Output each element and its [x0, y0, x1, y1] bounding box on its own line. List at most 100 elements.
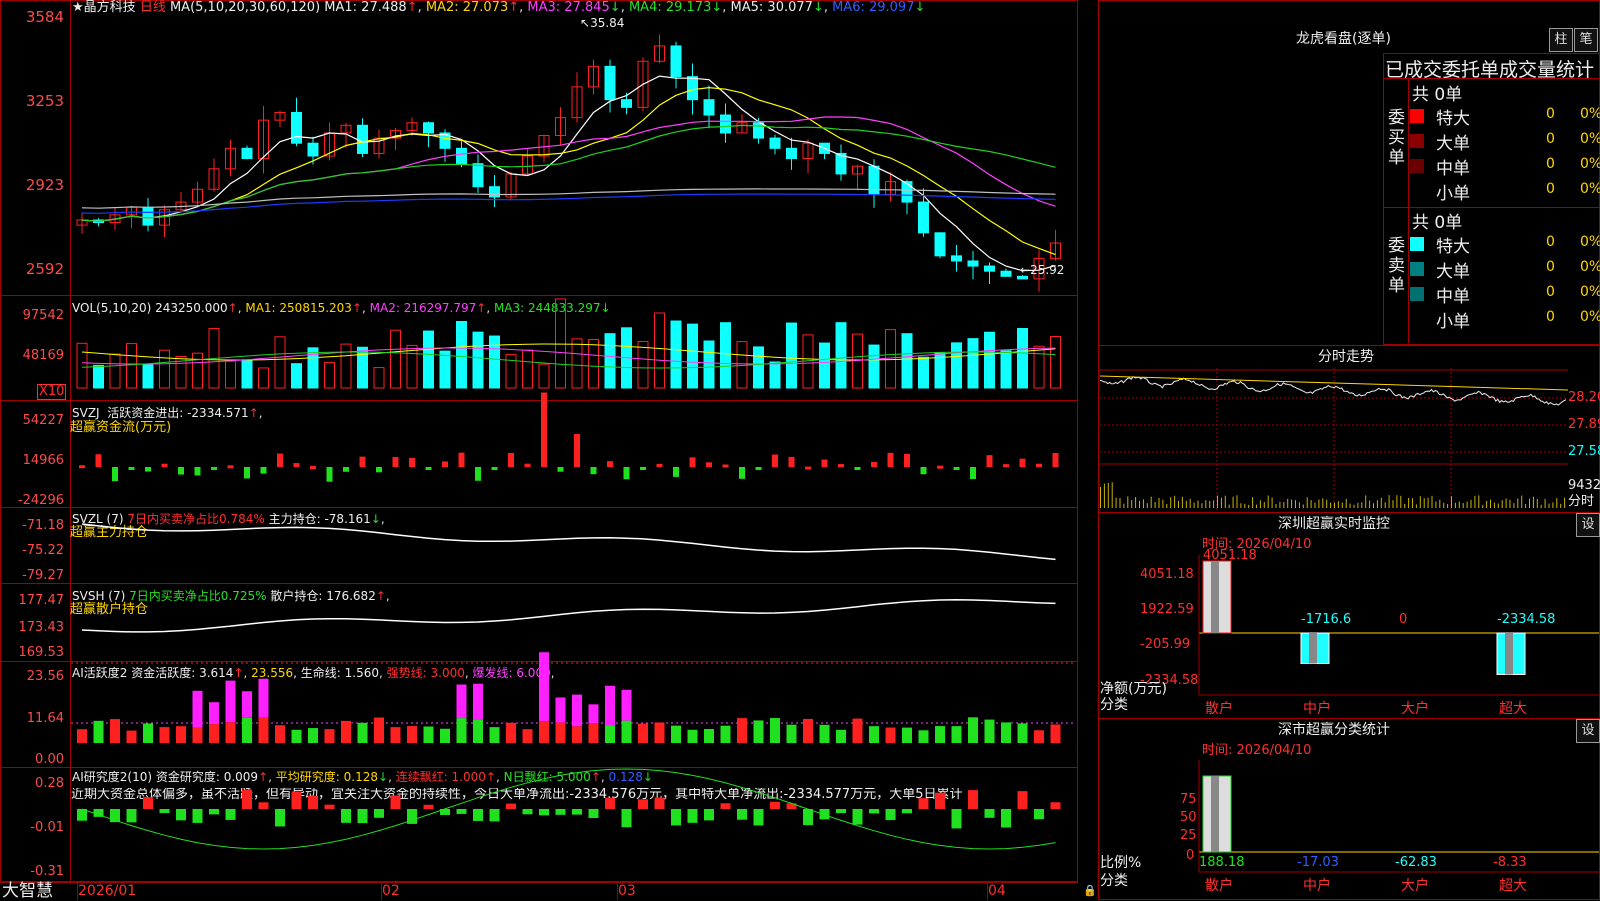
sz-monitor-chart[interactable]: 4051.18 散户 -1716.6 中户 0 大户 -2334.58 超大	[1198, 548, 1599, 717]
intraday-vol-bar	[1283, 502, 1285, 508]
intraday-vol-bar	[1564, 497, 1566, 508]
bar-mode-button[interactable]: 柱	[1549, 28, 1573, 52]
intraday-vol-bar	[1330, 502, 1332, 508]
row-count: 0	[1546, 181, 1555, 197]
intraday-vol-bar	[1396, 495, 1398, 508]
intraday-vol-bar	[1178, 500, 1179, 508]
buy-row: 大单 0 0%	[1410, 129, 1600, 154]
intraday-vol-bar	[1447, 503, 1449, 508]
research-bar	[357, 809, 368, 824]
ai-active-chart[interactable]	[71, 652, 1076, 767]
intraday-vol-bar	[1209, 500, 1211, 508]
research-bar	[242, 789, 252, 809]
research-bar	[588, 809, 599, 818]
volume-bar	[967, 338, 979, 389]
intraday-vol-bar	[1213, 500, 1215, 508]
category-label: 超大	[1499, 878, 1527, 894]
candle-body	[934, 232, 946, 257]
sz-monitor-title: 深圳超赢实时监控	[1278, 516, 1390, 532]
volume-bar	[1000, 350, 1012, 389]
intraday-chart[interactable]	[1099, 368, 1569, 510]
research-bar	[522, 809, 533, 815]
activity-bar	[242, 717, 252, 743]
activity-bar	[605, 725, 615, 743]
activity-bar-extra	[572, 694, 582, 727]
flow-bar	[95, 454, 102, 467]
research-bar	[374, 809, 384, 818]
intraday-vol-bar	[1240, 503, 1242, 508]
volume-chart[interactable]	[71, 298, 1076, 400]
research-bar	[687, 809, 698, 823]
flow-bar	[590, 467, 597, 475]
candle-body	[1000, 270, 1012, 277]
volume-bar	[769, 361, 781, 389]
intraday-vol-bar	[1174, 495, 1176, 508]
research-bar	[176, 809, 186, 821]
activity-bar	[984, 719, 995, 743]
svzj-y-tick: -24296	[17, 493, 64, 508]
intraday-vol-bar	[1388, 495, 1390, 508]
svzj-y-tick: 14966	[22, 453, 64, 468]
research-bar	[951, 809, 962, 829]
flow-bar	[805, 466, 811, 470]
volume-bar	[324, 362, 335, 389]
row-count: 0	[1546, 106, 1555, 122]
flow-bar	[79, 465, 85, 469]
research-bar	[555, 809, 566, 815]
sz-class-chart[interactable]: 188.18 散户 -17.03 中户 -62.83 大户 -8.33 超大	[1198, 760, 1599, 900]
flow-bar	[788, 456, 795, 467]
sz-monitor-settings-button[interactable]: 设	[1576, 513, 1600, 537]
intraday-vol-bar	[1529, 498, 1530, 508]
ai-research-chart[interactable]	[71, 768, 1076, 881]
flow-bar	[211, 467, 217, 470]
svsh-y-tick: 173.43	[18, 620, 65, 635]
intraday-vol-bar	[1540, 504, 1542, 508]
activity-bar	[951, 726, 962, 743]
intraday-vol-bar	[1470, 499, 1472, 508]
intraday-vol-bar	[1111, 482, 1113, 508]
svzj-bar-chart[interactable]	[71, 392, 1076, 506]
intraday-vol-bar	[1384, 502, 1386, 508]
research-bar	[473, 809, 483, 821]
vol-y-tick: 97542	[22, 308, 64, 323]
research-bar	[77, 809, 87, 821]
intraday-vol: 9432	[1568, 478, 1600, 493]
activity-bar	[737, 718, 747, 743]
flow-bar	[1036, 463, 1042, 467]
star-icon: ★	[72, 0, 84, 15]
svzl-line-chart[interactable]	[71, 509, 1076, 583]
main-y-tick: 2923	[25, 176, 64, 194]
volume-bar	[555, 298, 566, 389]
sz-class-settings-button[interactable]: 设	[1576, 719, 1600, 743]
intraday-vol-bar	[1100, 487, 1101, 508]
candle-body	[241, 147, 253, 160]
candle-body	[291, 111, 302, 144]
activity-bar	[308, 728, 318, 743]
sz-class-time: 时间: 2026/04/10	[1202, 743, 1312, 758]
volume-bar	[934, 352, 946, 389]
activity-bar	[869, 726, 879, 743]
research-bar	[192, 809, 203, 823]
retail-hold-line	[81, 599, 1056, 633]
svsh-line-chart[interactable]	[71, 585, 1076, 661]
research-bar	[275, 809, 285, 827]
flow-bar	[376, 467, 382, 473]
volume-bar	[951, 342, 962, 389]
volume-bar	[637, 341, 649, 389]
main-hold-line	[81, 523, 1056, 561]
volume-bar	[126, 343, 137, 389]
ma-title: MA(5,10,20,30,60,120)	[169, 0, 321, 15]
x-tick-mark	[77, 882, 78, 900]
research-bar	[324, 804, 335, 809]
lock-icon[interactable]: 🔒	[1083, 884, 1097, 898]
tick-mode-button[interactable]: 笔	[1574, 28, 1598, 52]
candle-body	[670, 45, 682, 78]
dragon-label-col	[1408, 78, 1409, 343]
intraday-vol-bar	[1462, 503, 1464, 508]
volume-bar	[109, 353, 121, 389]
candlestick-chart[interactable]	[71, 14, 1076, 294]
net-bar-shade	[1309, 633, 1317, 664]
intraday-vol-bar	[1181, 496, 1183, 508]
row-pct: 0%	[1580, 131, 1600, 147]
volume-bar	[835, 322, 847, 389]
